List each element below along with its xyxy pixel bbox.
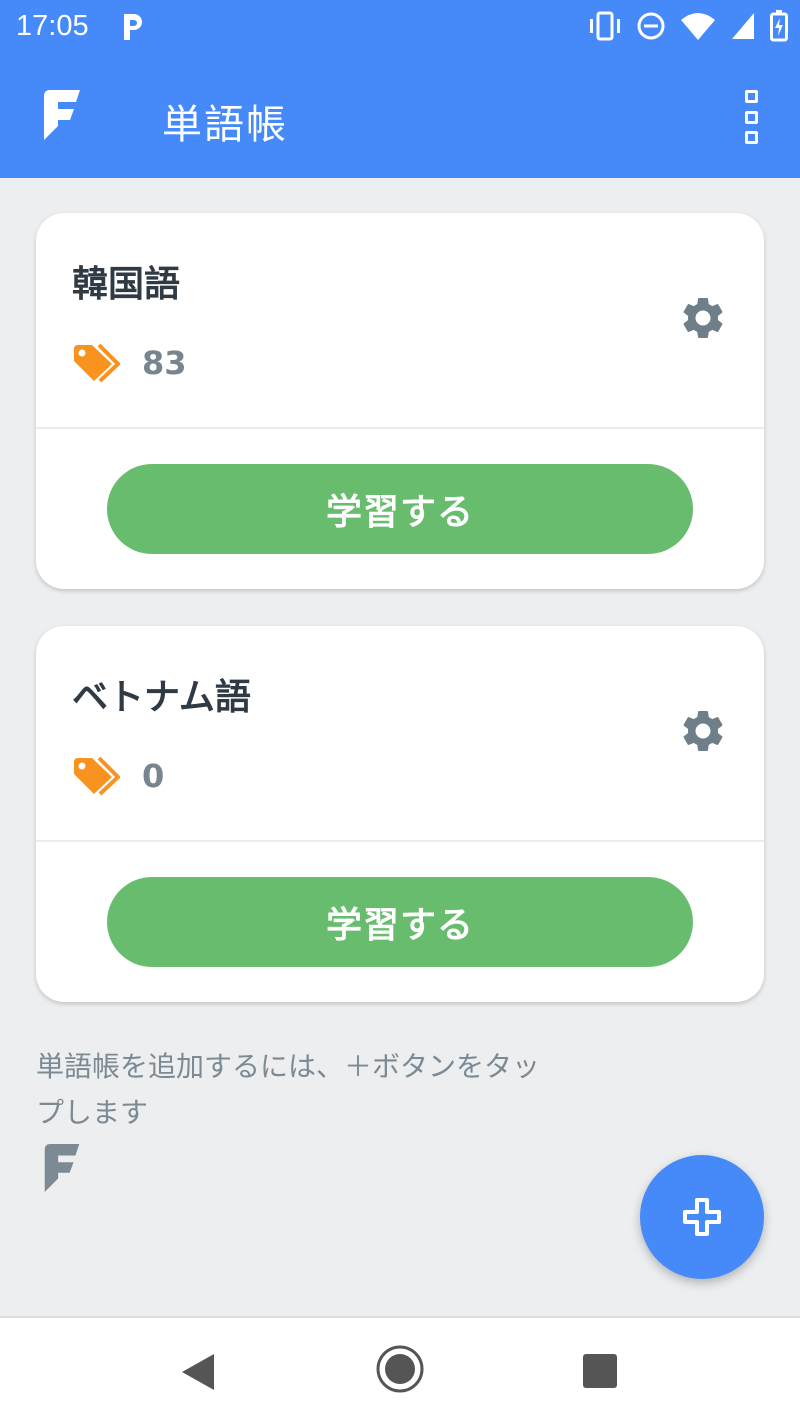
app-bar: 単語帳 — [0, 54, 800, 178]
recent-apps-icon[interactable] — [583, 1354, 617, 1388]
deck-name: 韓国語 — [72, 264, 181, 305]
overflow-menu-icon[interactable] — [736, 90, 766, 144]
card-divider — [36, 427, 764, 429]
vibrate-icon — [590, 11, 620, 41]
do-not-disturb-icon — [637, 12, 665, 40]
menu-dot — [744, 90, 758, 103]
add-deck-button[interactable] — [640, 1155, 764, 1279]
page-title: 単語帳 — [162, 102, 288, 148]
deck-card[interactable]: 韓国語 83 学習する — [36, 213, 764, 589]
card-count-row: 83 — [72, 343, 187, 383]
app-logo-icon — [44, 90, 80, 140]
tags-icon — [74, 756, 120, 796]
top-bar: 17:05 単語帳 — [0, 0, 800, 178]
wifi-icon — [681, 13, 715, 40]
study-button[interactable]: 学習する — [107, 877, 693, 967]
status-icons — [588, 10, 788, 42]
tags-icon — [74, 343, 120, 383]
parking-icon — [124, 14, 142, 40]
card-count-row: 0 — [72, 756, 164, 796]
deck-card[interactable]: ベトナム語 0 学習する — [36, 626, 764, 1002]
card-count: 83 — [142, 344, 187, 382]
status-bar: 17:05 — [0, 0, 800, 54]
menu-dot — [744, 110, 758, 124]
deck-name: ベトナム語 — [72, 677, 251, 718]
system-nav-bar — [0, 1316, 800, 1422]
plus-icon — [683, 1198, 721, 1236]
back-icon[interactable] — [180, 1352, 216, 1392]
home-icon[interactable] — [375, 1344, 425, 1394]
status-time: 17:05 — [16, 10, 89, 42]
gear-icon[interactable] — [678, 706, 728, 756]
add-deck-hint: 単語帳を追加するには、＋ボタンをタップします — [36, 1050, 541, 1129]
signal-icon — [732, 13, 754, 39]
app-logo-icon — [44, 1144, 80, 1192]
menu-dot — [744, 131, 758, 144]
gear-icon[interactable] — [678, 293, 728, 343]
study-button[interactable]: 学習する — [107, 464, 693, 554]
battery-charging-icon — [770, 10, 788, 42]
card-divider — [36, 840, 764, 842]
card-count: 0 — [142, 757, 165, 795]
